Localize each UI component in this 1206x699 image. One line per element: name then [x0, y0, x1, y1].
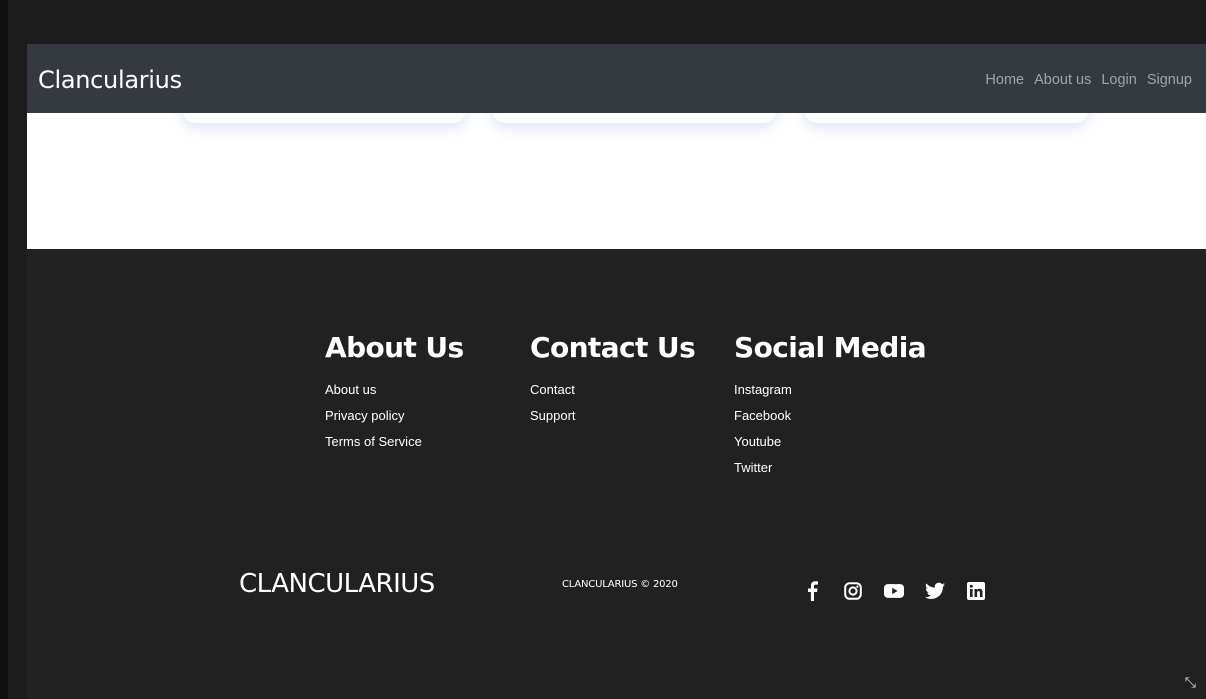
- footer-column-about: About Us About us Privacy policy Terms o…: [325, 331, 464, 458]
- card: [804, 113, 1089, 123]
- footer-link-twitter[interactable]: Twitter: [734, 452, 926, 484]
- navbar: Clancularius Home About us Login Signup: [27, 44, 1206, 113]
- nav-link-signup[interactable]: Signup: [1147, 72, 1192, 88]
- content-area: [27, 113, 1206, 249]
- footer-brand: CLANCULARIUS: [239, 569, 435, 599]
- instagram-icon[interactable]: [843, 581, 863, 601]
- linkedin-icon[interactable]: [966, 581, 986, 601]
- navbar-brand[interactable]: Clancularius: [38, 66, 182, 94]
- youtube-icon[interactable]: [884, 581, 904, 601]
- window-edge: [0, 0, 8, 699]
- nav-link-login[interactable]: Login: [1101, 72, 1136, 88]
- footer-heading-about: About Us: [325, 331, 464, 364]
- card: [492, 113, 777, 123]
- footer-column-contact: Contact Us Contact Support: [530, 331, 696, 432]
- nav-link-about-us[interactable]: About us: [1034, 72, 1091, 88]
- card: [182, 113, 467, 123]
- browser-top-strip: [8, 0, 1206, 44]
- footer-column-social: Social Media Instagram Facebook Youtube …: [734, 331, 927, 484]
- footer-link-support[interactable]: Support: [530, 400, 695, 432]
- footer-heading-social: Social Media: [734, 331, 927, 364]
- copyright: CLANCULARIUS © 2020: [562, 579, 678, 590]
- social-icons: [802, 581, 986, 601]
- nav-links: Home About us Login Signup: [985, 72, 1192, 88]
- facebook-icon[interactable]: [802, 581, 822, 601]
- expand-icon[interactable]: ⤡: [1185, 674, 1196, 691]
- nav-link-home[interactable]: Home: [985, 72, 1024, 88]
- footer-heading-contact: Contact Us: [530, 331, 696, 364]
- twitter-icon[interactable]: [925, 581, 945, 601]
- footer-link-terms-of-service[interactable]: Terms of Service: [325, 426, 464, 458]
- footer: About Us About us Privacy policy Terms o…: [27, 249, 1206, 699]
